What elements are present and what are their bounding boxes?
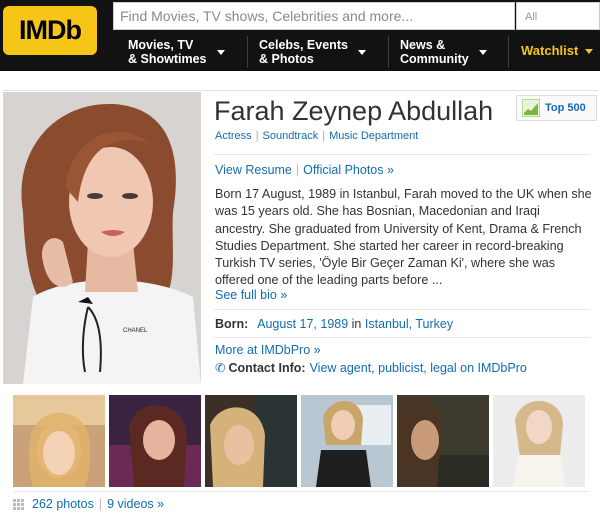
chevron-down-icon[interactable] [585,49,593,54]
born-label: Born: [215,317,249,331]
nav-label: News & Community [400,38,469,66]
logo-text: IMDb [19,15,82,45]
phone-icon: ✆ [215,361,226,375]
top-navigation-bar: IMDb Find Movies, TV shows, Celebrities … [0,0,600,71]
photo-thumbnail[interactable] [493,395,585,487]
profile-photo[interactable]: CHANEL [3,92,201,384]
job-music-department-link[interactable]: Music Department [329,130,418,142]
grid-icon [13,498,24,510]
photos-count-link[interactable]: 262 photos [32,497,94,511]
chevron-down-icon [216,49,225,55]
job-soundtrack-link[interactable]: Soundtrack [263,130,319,142]
divider [214,154,590,155]
top-500-badge[interactable]: Top 500 [516,95,597,121]
portrait-image: CHANEL [3,92,201,384]
media-counts: 262 photos | 9 videos » [13,497,164,511]
watchlist-button[interactable]: Watchlist [521,43,578,58]
nav-movies-tv-showtimes[interactable]: Movies, TV & Showtimes [128,36,225,68]
photo-thumbnail[interactable] [301,395,393,487]
official-photos-link[interactable]: Official Photos » [303,163,394,177]
birth-place-link[interactable]: Istanbul, Turkey [365,317,453,331]
photo-thumbnail[interactable] [109,395,201,487]
badge-label: Top 500 [545,102,586,114]
page-title: Farah Zeynep Abdullah [214,96,494,126]
nav-label: Movies, TV & Showtimes [128,38,207,66]
divider [214,309,590,310]
nav-label: Celebs, Events & Photos [259,38,348,66]
chevron-down-icon [478,49,487,55]
search-input[interactable]: Find Movies, TV shows, Celebrities and m… [113,2,515,30]
rank-chart-icon [522,99,540,117]
birth-info: Born: August 17, 1989 in Istanbul, Turke… [215,317,453,331]
imdb-logo[interactable]: IMDb [3,6,97,55]
job-categories: Actress | Soundtrack | Music Department [215,130,419,142]
contact-imdbpro-link[interactable]: View agent, publicist, legal on IMDbPro [310,361,527,375]
chevron-down-icon [357,49,366,55]
profile-links: View Resume | Official Photos » [215,163,394,177]
birth-date-link[interactable]: August 17, 1989 [257,317,348,331]
view-resume-link[interactable]: View Resume [215,163,292,177]
contact-info: ✆ Contact Info: View agent, publicist, leg… [215,360,527,375]
search-category-select[interactable]: All [516,2,600,30]
divider [247,36,248,68]
divider [214,337,590,338]
photo-thumbnail[interactable] [397,395,489,487]
videos-count-link[interactable]: 9 videos » [107,497,164,511]
biography-text: Born 17 August, 1989 in Istanbul, Farah … [215,187,592,288]
see-full-bio-link[interactable]: See full bio » [215,288,287,302]
nav-news-community[interactable]: News & Community [400,36,487,68]
more-at-imdbpro-link[interactable]: More at IMDbPro » [215,343,321,357]
nav-celebs-events-photos[interactable]: Celebs, Events & Photos [259,36,366,68]
born-in-text: in [351,317,362,331]
photo-thumbnail[interactable] [13,395,105,487]
job-actress-link[interactable]: Actress [215,130,252,142]
shirt-print-text: CHANEL [123,328,148,334]
divider [13,491,588,492]
divider [508,36,509,68]
divider [388,36,389,68]
photo-thumbnail[interactable] [205,395,297,487]
contact-label: Contact Info: [228,361,306,375]
